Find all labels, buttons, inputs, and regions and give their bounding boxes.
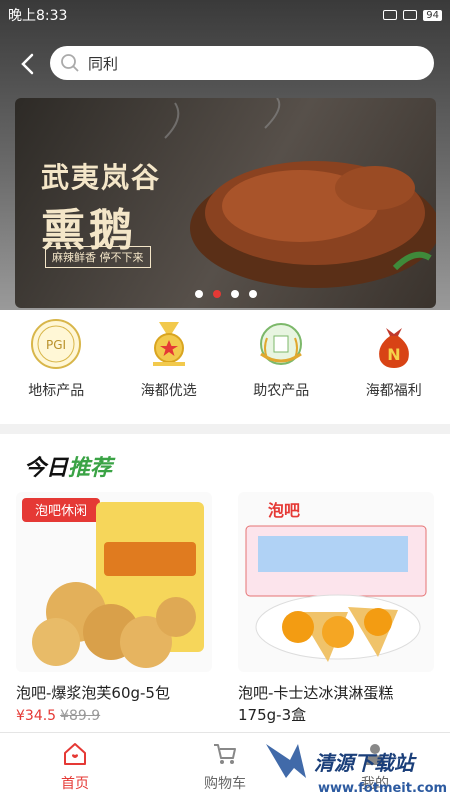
product-name: 泡吧-卡士达冰淇淋蛋糕175g-3盒 xyxy=(238,684,394,724)
pagination-dot[interactable] xyxy=(230,290,239,298)
product-brand: 泡吧 xyxy=(268,501,300,520)
category-landmark[interactable]: PGI 地标产品 xyxy=(0,318,113,418)
cart-icon xyxy=(214,743,236,764)
search-icon xyxy=(61,54,79,72)
status-bar: 晚上8:33 94 xyxy=(0,0,450,30)
category-nav: PGI 地标产品 海都优选 助农产品 N 海都福利 xyxy=(0,318,450,418)
product-price: ¥34.5 xyxy=(16,708,57,724)
banner-tagline: 麻辣鲜香 停不下来 xyxy=(45,246,151,268)
category-selected[interactable]: 海都优选 xyxy=(113,318,226,418)
product-card[interactable]: 泡吧 泡吧-卡士达冰淇淋蛋糕175g-3盒 xyxy=(238,492,434,726)
medal-icon xyxy=(152,322,185,366)
section-divider xyxy=(0,424,450,434)
tab-label: 购物车 xyxy=(204,775,246,792)
farm-icon xyxy=(260,323,303,365)
chevron-left-icon xyxy=(21,53,34,75)
back-button[interactable] xyxy=(14,50,42,78)
watermark-text: 清源下载站 xyxy=(314,751,417,775)
puff-snack-image: 泡吧休闲 xyxy=(16,492,212,672)
search-input[interactable] xyxy=(88,54,388,72)
recommend-title: 今日推荐 xyxy=(24,450,112,482)
tab-home[interactable]: 首页 xyxy=(0,733,150,800)
product-card[interactable]: 泡吧休闲 泡吧-爆浆泡芙60g-5包 ¥34.5 ¥89.9 xyxy=(16,492,212,726)
product-old-price: ¥89.9 xyxy=(60,708,101,724)
status-time: 晚上8:33 xyxy=(8,8,68,24)
category-agriculture[interactable]: 助农产品 xyxy=(225,318,338,418)
signal-icon xyxy=(383,10,398,20)
banner-title-line1: 武夷岚谷 xyxy=(41,161,162,194)
pagination-dot[interactable] xyxy=(248,290,257,298)
category-label: 海都福利 xyxy=(365,383,422,399)
product-name: 泡吧-爆浆泡芙60g-5包 xyxy=(16,684,170,702)
pgi-badge-icon: PGI xyxy=(31,319,82,369)
battery-icon: 94 xyxy=(423,9,442,21)
home-icon xyxy=(64,742,86,765)
product-image: 泡吧 xyxy=(238,492,434,672)
pagination-dot[interactable] xyxy=(194,290,203,298)
product-brand: 泡吧休闲 xyxy=(35,504,87,519)
tab-label: 首页 xyxy=(61,775,89,792)
category-label: 助农产品 xyxy=(253,383,310,399)
svg-text:PGI: PGI xyxy=(46,338,66,352)
ice-cream-cake-image: 泡吧 xyxy=(238,492,434,672)
status-icons: 94 xyxy=(383,9,442,21)
product-grid: 泡吧休闲 泡吧-爆浆泡芙60g-5包 ¥34.5 ¥89.9 泡吧 泡吧-卡士达… xyxy=(0,492,450,726)
watermark-logo: 清源下载站 www.fotmeit.com xyxy=(266,744,447,796)
category-label: 地标产品 xyxy=(28,383,85,399)
category-label: 海都优选 xyxy=(140,383,197,399)
search-bar[interactable] xyxy=(50,46,434,80)
banner-pagination xyxy=(15,290,436,298)
svg-text:N: N xyxy=(387,345,400,364)
pagination-dot-active[interactable] xyxy=(212,290,221,298)
product-image: 泡吧休闲 xyxy=(16,492,212,672)
wifi-icon xyxy=(403,10,418,20)
money-bag-icon: N xyxy=(378,328,409,368)
promo-banner[interactable]: 武夷岚谷 熏鹅 麻辣鲜香 停不下来 xyxy=(15,98,436,308)
recommend-title-part2: 推荐 xyxy=(68,456,113,481)
category-welfare[interactable]: N 海都福利 xyxy=(338,318,450,418)
watermark-url: www.fotmeit.com xyxy=(318,781,447,796)
product-price-row: ¥34.5 ¥89.9 xyxy=(16,708,212,724)
recommend-title-part1: 今日 xyxy=(24,456,69,481)
